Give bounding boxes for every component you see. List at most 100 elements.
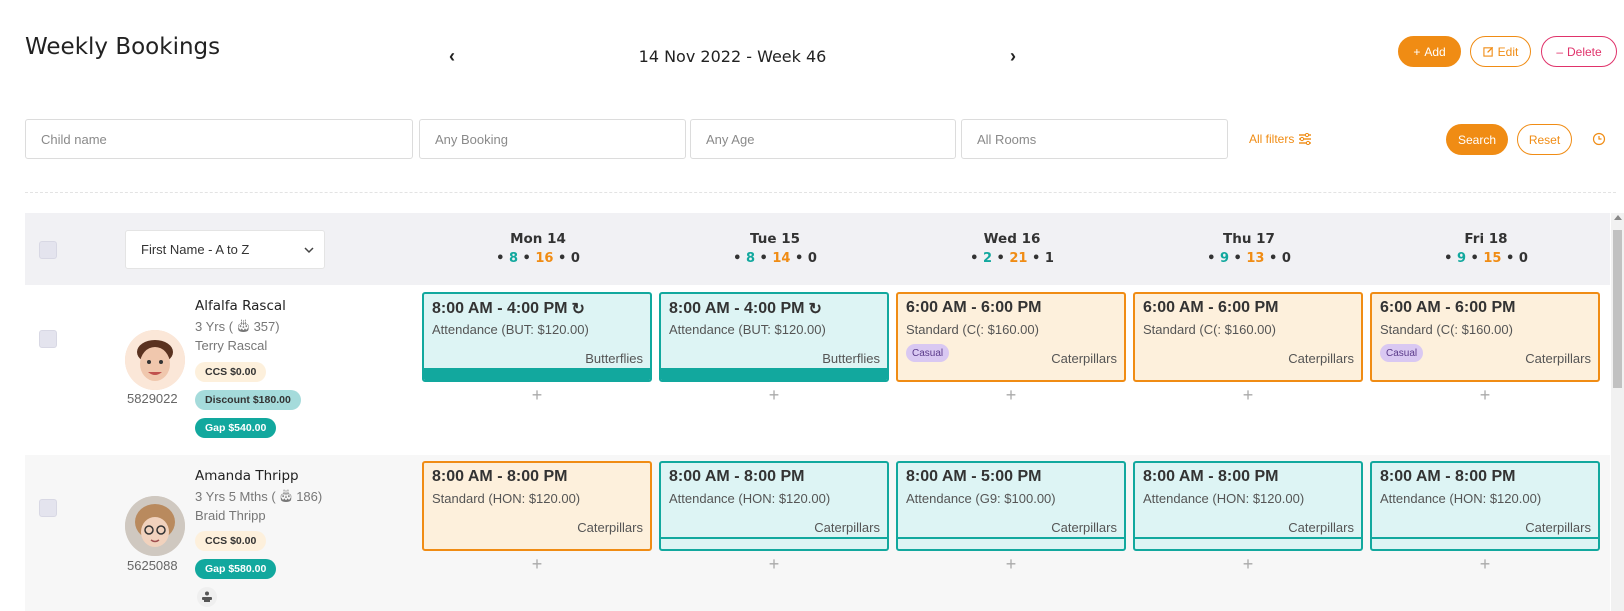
delete-button-label: Delete [1567, 44, 1602, 59]
ccs-badge: CCS $0.00 [195, 362, 267, 382]
edit-button[interactable]: Edit [1470, 36, 1531, 67]
toilet-training-icon [197, 587, 217, 607]
stat-gray: 0 [570, 251, 580, 266]
booking-time: 6:00 AM - 6:00 PM [906, 299, 1042, 316]
booking-time: 8:00 AM - 8:00 PM [432, 468, 568, 485]
scroll-thumb[interactable] [1613, 230, 1622, 388]
avatar [125, 496, 185, 556]
add-booking-icon[interactable]: + [1475, 555, 1495, 573]
booking-type: Standard (C(: $160.00) [1380, 322, 1513, 337]
day-label: Tue 15 [750, 231, 800, 247]
add-booking-icon[interactable]: + [1001, 555, 1021, 573]
stat-orange: 13 [1246, 251, 1265, 266]
day-header-tue: Tue 15 • 8 • 14 • 0 [660, 231, 890, 266]
booking-room: Caterpillars [1051, 351, 1117, 366]
recurring-icon: ↻ [571, 301, 585, 318]
add-booking-icon[interactable]: + [1475, 386, 1495, 404]
stat-gray: 1 [1044, 251, 1054, 266]
stat-orange: 21 [1009, 251, 1028, 266]
search-button[interactable]: Search [1446, 124, 1508, 155]
stat-green: 2 [982, 251, 992, 266]
minus-icon: – [1556, 44, 1563, 59]
booking-room: Caterpillars [814, 520, 880, 535]
add-button-label: Add [1424, 44, 1446, 59]
reset-button[interactable]: Reset [1517, 124, 1572, 155]
booking-room: Caterpillars [577, 520, 643, 535]
clock-icon[interactable] [1592, 132, 1606, 146]
booking-card[interactable]: 8:00 AM - 8:00 PM Attendance (HON: $120.… [1370, 461, 1600, 551]
avatar [125, 330, 185, 390]
booking-card[interactable]: 8:00 AM - 8:00 PM Attendance (HON: $120.… [659, 461, 889, 551]
day-label: Mon 14 [510, 231, 566, 247]
booking-card[interactable]: 6:00 AM - 6:00 PM Standard (C(: $160.00)… [1133, 292, 1363, 382]
select-all-checkbox[interactable] [39, 241, 57, 259]
booking-room: Caterpillars [1525, 351, 1591, 366]
booking-type: Attendance (HON: $120.00) [1143, 491, 1305, 506]
child-name-input[interactable] [25, 119, 413, 159]
booking-card[interactable]: 8:00 AM - 8:00 PM Attendance (HON: $120.… [1133, 461, 1363, 551]
stat-gray: 0 [1281, 251, 1291, 266]
booking-card[interactable]: 6:00 AM - 6:00 PM Standard (C(: $160.00)… [896, 292, 1126, 382]
booking-type: Attendance (BUT: $120.00) [669, 322, 826, 337]
child-name[interactable]: Alfalfa Rascal [195, 298, 286, 314]
booking-card[interactable]: 8:00 AM - 4:00 PM ↻ Attendance (BUT: $120… [659, 292, 889, 382]
child-age-count: 357) [253, 318, 280, 334]
booking-card[interactable]: 8:00 AM - 5:00 PM Attendance (G9: $100.0… [896, 461, 1126, 551]
add-booking-icon[interactable]: + [764, 555, 784, 573]
day-label: Wed 16 [983, 231, 1041, 247]
sort-select[interactable]: First Name - A to Z [125, 230, 325, 269]
stat-green: 8 [745, 251, 755, 266]
booking-card[interactable]: 8:00 AM - 4:00 PM ↻ Attendance (BUT: $120… [422, 292, 652, 382]
all-filters-link[interactable]: All filters [1249, 132, 1312, 146]
delete-button[interactable]: – Delete [1541, 36, 1617, 67]
edit-icon [1483, 46, 1493, 57]
stat-green: 9 [1219, 251, 1229, 266]
child-name[interactable]: Amanda Thripp [195, 468, 299, 484]
day-header-fri: Fri 18 • 9 • 15 • 0 [1371, 231, 1601, 266]
add-button[interactable]: + Add [1398, 36, 1461, 67]
day-label: Fri 18 [1464, 231, 1508, 247]
age-filter[interactable] [690, 119, 956, 159]
scroll-up-icon[interactable] [1614, 215, 1622, 220]
stat-green: 9 [1456, 251, 1466, 266]
add-booking-icon[interactable]: + [527, 555, 547, 573]
chevron-right-icon[interactable]: › [1001, 44, 1025, 68]
gap-badge: Gap $540.00 [195, 418, 277, 438]
divider [25, 192, 1616, 193]
booking-time: 8:00 AM - 8:00 PM [669, 468, 805, 485]
child-age-count: 186) [296, 488, 323, 504]
edit-button-label: Edit [1497, 44, 1519, 59]
scrollbar[interactable] [1611, 213, 1624, 611]
booking-time-text: 8:00 AM - 4:00 PM [432, 300, 568, 317]
recurring-icon: ↻ [808, 301, 822, 318]
week-label: 14 Nov 2022 - Week 46 [638, 47, 827, 66]
page-title: Weekly Bookings [25, 34, 221, 60]
booking-room: Caterpillars [1288, 351, 1354, 366]
booking-room: Caterpillars [1525, 520, 1591, 535]
row-checkbox[interactable] [39, 330, 57, 348]
booking-card[interactable]: 6:00 AM - 6:00 PM Standard (C(: $160.00)… [1370, 292, 1600, 382]
parent-name: Braid Thripp [195, 508, 266, 523]
casual-badge: Casual [1380, 344, 1424, 362]
gap-badge: Gap $580.00 [195, 559, 277, 579]
discount-badge: Discount $180.00 [195, 390, 301, 410]
cake-icon: 🎂︎ [277, 488, 295, 503]
booking-time-text: 8:00 AM - 4:00 PM [669, 300, 805, 317]
cake-icon: 🎂︎ [235, 318, 252, 333]
add-booking-icon[interactable]: + [1001, 386, 1021, 404]
booking-card[interactable]: 8:00 AM - 8:00 PM Standard (HON: $120.00… [422, 461, 652, 551]
add-booking-icon[interactable]: + [764, 386, 784, 404]
booking-time: 8:00 AM - 5:00 PM [906, 468, 1042, 485]
booking-type: Attendance (BUT: $120.00) [432, 322, 589, 337]
add-booking-icon[interactable]: + [527, 386, 547, 404]
row-checkbox[interactable] [39, 499, 57, 517]
rooms-filter[interactable] [961, 119, 1228, 159]
add-booking-icon[interactable]: + [1238, 555, 1258, 573]
add-booking-icon[interactable]: + [1238, 386, 1258, 404]
stat-orange: 14 [772, 251, 791, 266]
booking-filter[interactable] [419, 119, 686, 159]
day-stats: • 2 • 21 • 1 [970, 251, 1054, 266]
booking-status-bar [424, 368, 650, 380]
booking-status-bar [661, 368, 887, 380]
booking-room: Butterflies [585, 351, 643, 366]
